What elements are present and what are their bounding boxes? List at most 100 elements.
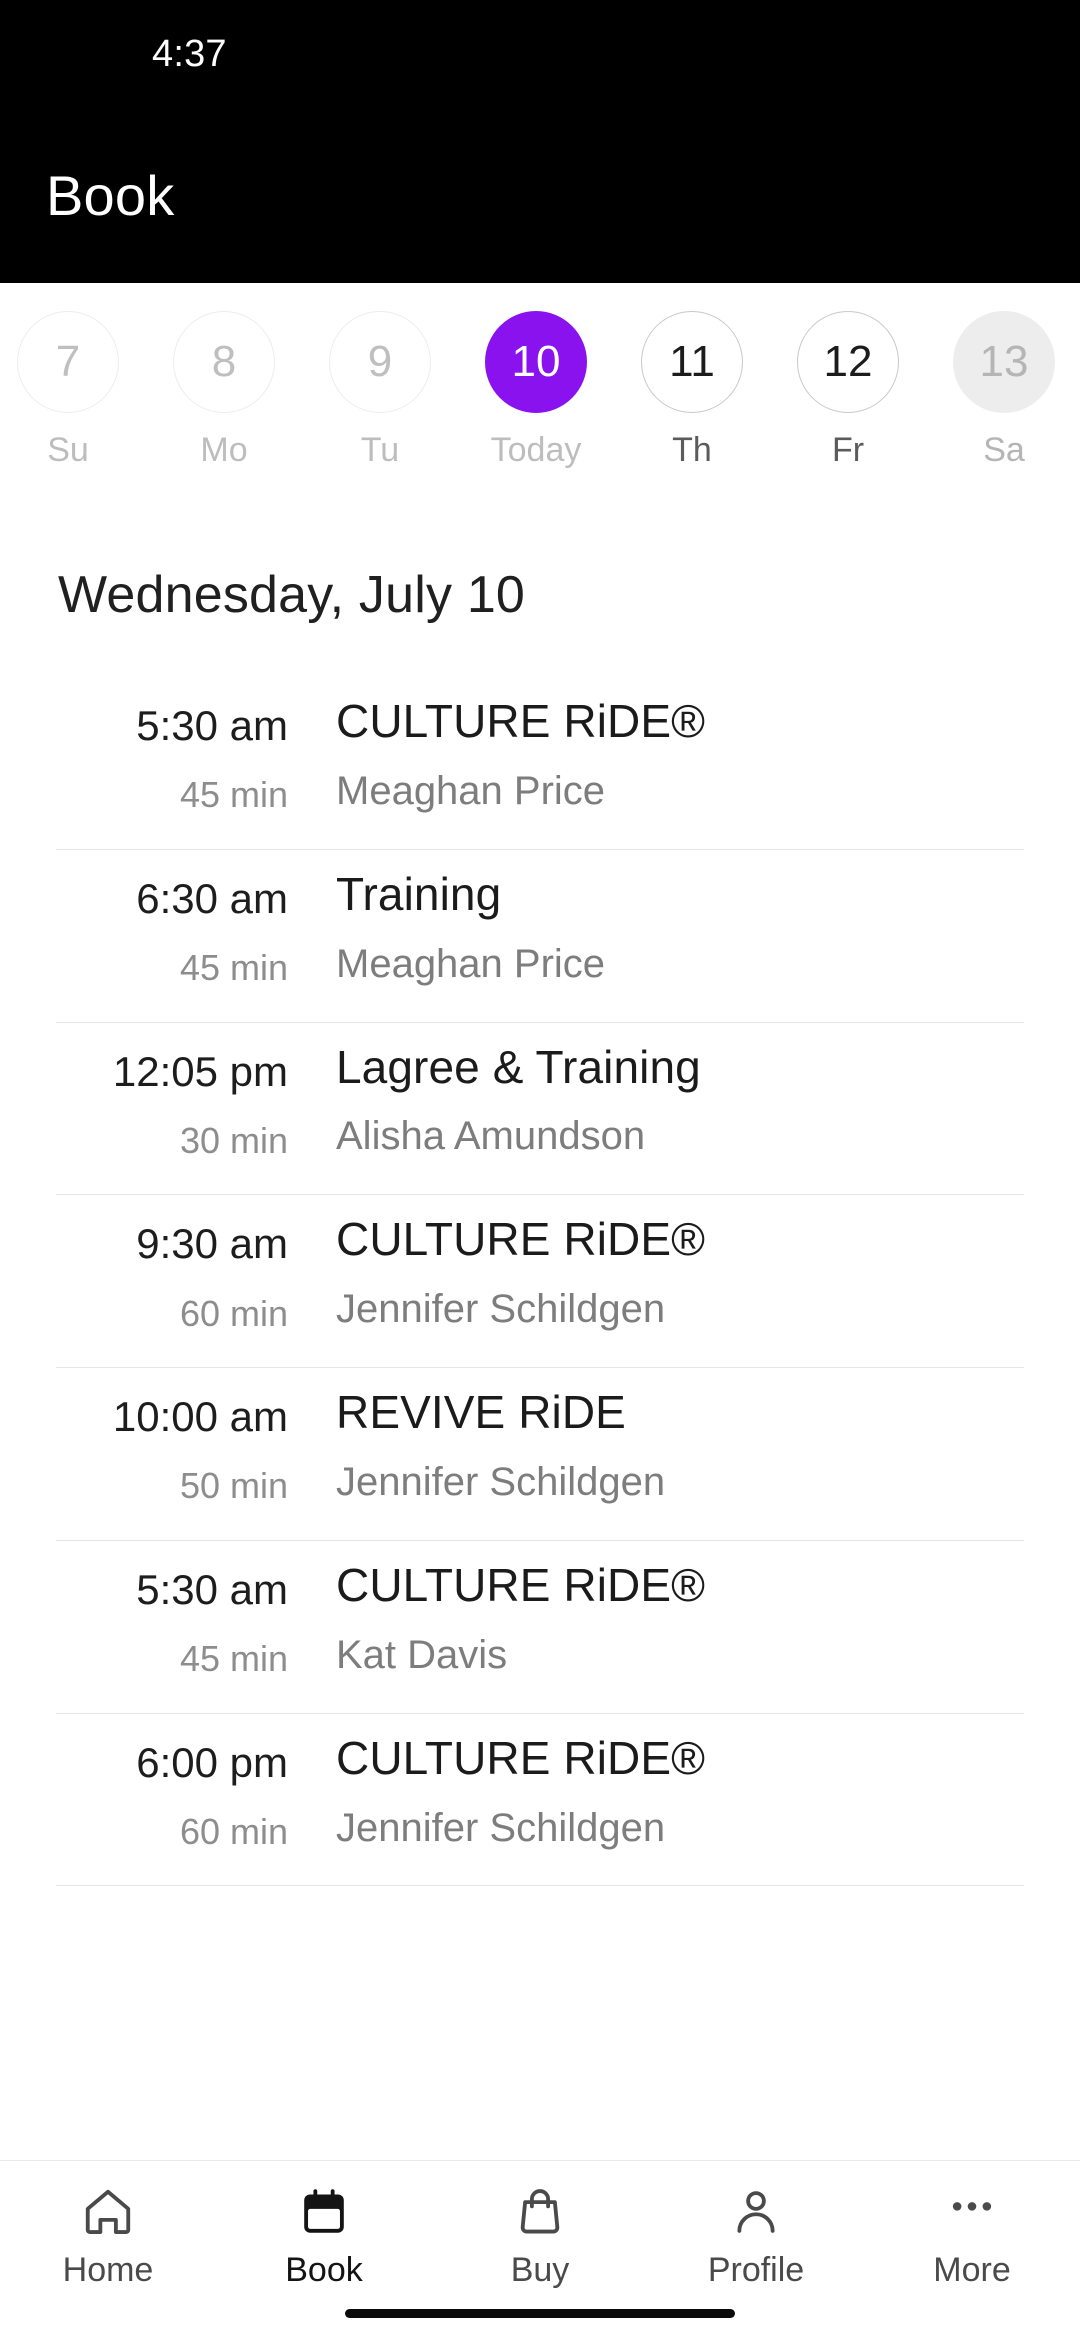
- class-instructor: Meaghan Price: [336, 768, 606, 813]
- class-info-column: CULTURE RiDE® Kat Davis: [288, 1559, 1024, 1679]
- nav-item-book[interactable]: Book: [216, 2183, 432, 2287]
- date-number: 13: [953, 311, 1055, 413]
- date-number: 12: [797, 311, 899, 413]
- class-start-time: 12:05 pm: [112, 1047, 288, 1095]
- class-row[interactable]: 5:30 am 45 min CULTURE RiDE® Kat Davis: [0, 1541, 1080, 1714]
- date-cell-10[interactable]: 10 Today: [458, 311, 614, 467]
- class-title: CULTURE RiDE®: [336, 1213, 706, 1266]
- class-start-time: 6:00 pm: [136, 1738, 288, 1786]
- class-start-time: 5:30 am: [136, 1565, 288, 1613]
- class-time-column: 12:05 pm 30 min: [56, 1041, 288, 1161]
- status-bar: 4:37: [0, 0, 1080, 108]
- class-duration: 45 min: [179, 1638, 288, 1680]
- class-instructor: Jennifer Schildgen: [336, 1805, 666, 1850]
- date-weekday-label: Today: [490, 431, 582, 469]
- class-title: CULTURE RiDE®: [336, 695, 706, 747]
- class-row[interactable]: 10:00 am 50 min REVIVE RiDE Jennifer Schild…: [0, 1368, 1080, 1541]
- date-number: 10: [485, 311, 587, 413]
- class-title: CULTURE RiDE®: [336, 1558, 706, 1611]
- class-row[interactable]: 6:30 am 45 min Training Meaghan Price: [0, 850, 1080, 1023]
- class-row-content: 5:30 am 45 min CULTURE RiDE® Kat Davis: [56, 1541, 1024, 1714]
- date-cell-7[interactable]: 7 Su: [0, 311, 146, 467]
- nav-item-label: More: [933, 2251, 1011, 2289]
- nav-item-profile[interactable]: Profile: [648, 2183, 864, 2287]
- class-start-time: 6:30 am: [136, 874, 288, 922]
- date-weekday-label: Mo: [200, 431, 248, 469]
- class-row[interactable]: 12:05 pm 30 min Lagree & Training Alisha Am…: [0, 1023, 1080, 1196]
- date-cell-13[interactable]: 13 Sa: [926, 311, 1080, 467]
- class-duration: 30 min: [179, 1119, 288, 1161]
- class-time-column: 5:30 am 45 min: [56, 695, 288, 815]
- class-info-column: CULTURE RiDE® Meaghan Price: [288, 695, 1024, 815]
- date-number: 8: [173, 311, 275, 413]
- class-row[interactable]: 5:30 am 45 min CULTURE RiDE® Meaghan Price: [0, 677, 1080, 850]
- class-time-column: 10:00 am 50 min: [56, 1386, 288, 1506]
- class-info-column: CULTURE RiDE® Jennifer Schildgen: [288, 1213, 1024, 1333]
- date-cell-9[interactable]: 9 Tu: [302, 311, 458, 467]
- class-title: REVIVE RiDE: [336, 1386, 626, 1439]
- class-row-content: 6:00 pm 60 min CULTURE RiDE® Jennifer Schil…: [56, 1714, 1024, 1887]
- class-info-column: REVIVE RiDE Jennifer Schildgen: [288, 1386, 1024, 1506]
- class-duration: 60 min: [179, 1810, 288, 1852]
- nav-item-buy[interactable]: Buy: [432, 2183, 648, 2287]
- class-instructor: Jennifer Schildgen: [336, 1460, 666, 1505]
- class-title: Training: [336, 867, 502, 920]
- class-info-column: Lagree & Training Alisha Amundson: [288, 1041, 1024, 1161]
- class-title: Lagree & Training: [336, 1040, 701, 1093]
- app-bar: Book: [0, 108, 1080, 283]
- gesture-home-indicator: [345, 2309, 735, 2318]
- class-row-content: 5:30 am 45 min CULTURE RiDE® Meaghan Price: [56, 677, 1024, 850]
- date-weekday-label: Fr: [831, 431, 865, 469]
- class-row[interactable]: 9:30 am 60 min CULTURE RiDE® Jennifer Schil…: [0, 1195, 1080, 1369]
- class-duration: 60 min: [179, 1292, 288, 1334]
- class-duration: 45 min: [179, 774, 288, 816]
- class-row-content: 12:05 pm 30 min Lagree & Training Alisha Am…: [56, 1023, 1024, 1196]
- class-instructor: Jennifer Schildgen: [336, 1287, 666, 1332]
- bag-icon: [513, 2183, 567, 2241]
- class-instructor: Alisha Amundson: [336, 1114, 646, 1159]
- class-info-column: Training Meaghan Price: [288, 868, 1024, 988]
- class-time-column: 6:30 am 45 min: [56, 868, 288, 988]
- class-info-column: CULTURE RiDE® Jennifer Schildgen: [288, 1732, 1024, 1852]
- class-duration: 50 min: [179, 1465, 288, 1507]
- date-weekday-label: Su: [47, 431, 89, 469]
- home-icon: [81, 2183, 135, 2241]
- class-start-time: 10:00 am: [112, 1393, 288, 1441]
- nav-item-label: Profile: [707, 2251, 805, 2289]
- class-instructor: Kat Davis: [336, 1632, 508, 1677]
- date-weekday-label: Th: [672, 431, 712, 469]
- date-number: 7: [17, 311, 119, 413]
- class-start-time: 5:30 am: [136, 702, 288, 749]
- date-weekday-label: Tu: [360, 431, 400, 469]
- date-cell-11[interactable]: 11 Th: [614, 311, 770, 467]
- class-time-column: 5:30 am 45 min: [56, 1559, 288, 1679]
- nav-item-more[interactable]: More: [864, 2183, 1080, 2287]
- class-instructor: Meaghan Price: [336, 941, 606, 986]
- class-row-content: 6:30 am 45 min Training Meaghan Price: [56, 850, 1024, 1023]
- nav-item-label: Book: [285, 2251, 363, 2289]
- nav-item-label: Buy: [510, 2251, 570, 2289]
- class-row-content: 9:30 am 60 min CULTURE RiDE® Jennifer Schil…: [56, 1195, 1024, 1369]
- page-title: Book: [46, 164, 175, 227]
- app-screen: 4:37 Book 7 Su 8 Mo 9 Tu 10 Today 11 Th 12 Fr 13 Sa W…: [0, 0, 1080, 2340]
- status-bar-clock: 4:37: [152, 33, 227, 75]
- more-dots-icon: [945, 2183, 999, 2241]
- class-time-column: 9:30 am 60 min: [56, 1213, 288, 1333]
- nav-item-home[interactable]: Home: [0, 2183, 216, 2287]
- calendar-icon: [297, 2183, 351, 2241]
- date-strip[interactable]: 7 Su 8 Mo 9 Tu 10 Today 11 Th 12 Fr 13 Sa: [0, 283, 1080, 513]
- selected-date-heading: Wednesday, July 10: [58, 566, 526, 624]
- date-cell-8[interactable]: 8 Mo: [146, 311, 302, 467]
- class-duration: 45 min: [179, 946, 288, 988]
- class-title: CULTURE RiDE®: [336, 1731, 706, 1784]
- date-weekday-label: Sa: [983, 431, 1025, 469]
- class-row[interactable]: 6:00 pm 60 min CULTURE RiDE® Jennifer Schil…: [0, 1714, 1080, 1887]
- class-list[interactable]: 5:30 am 45 min CULTURE RiDE® Meaghan Price 6…: [0, 677, 1080, 2340]
- date-number: 11: [641, 311, 743, 413]
- date-cell-12[interactable]: 12 Fr: [770, 311, 926, 467]
- class-start-time: 9:30 am: [136, 1220, 288, 1268]
- class-time-column: 6:00 pm 60 min: [56, 1732, 288, 1852]
- date-number: 9: [329, 311, 431, 413]
- person-icon: [729, 2183, 783, 2241]
- nav-item-label: Home: [62, 2251, 154, 2289]
